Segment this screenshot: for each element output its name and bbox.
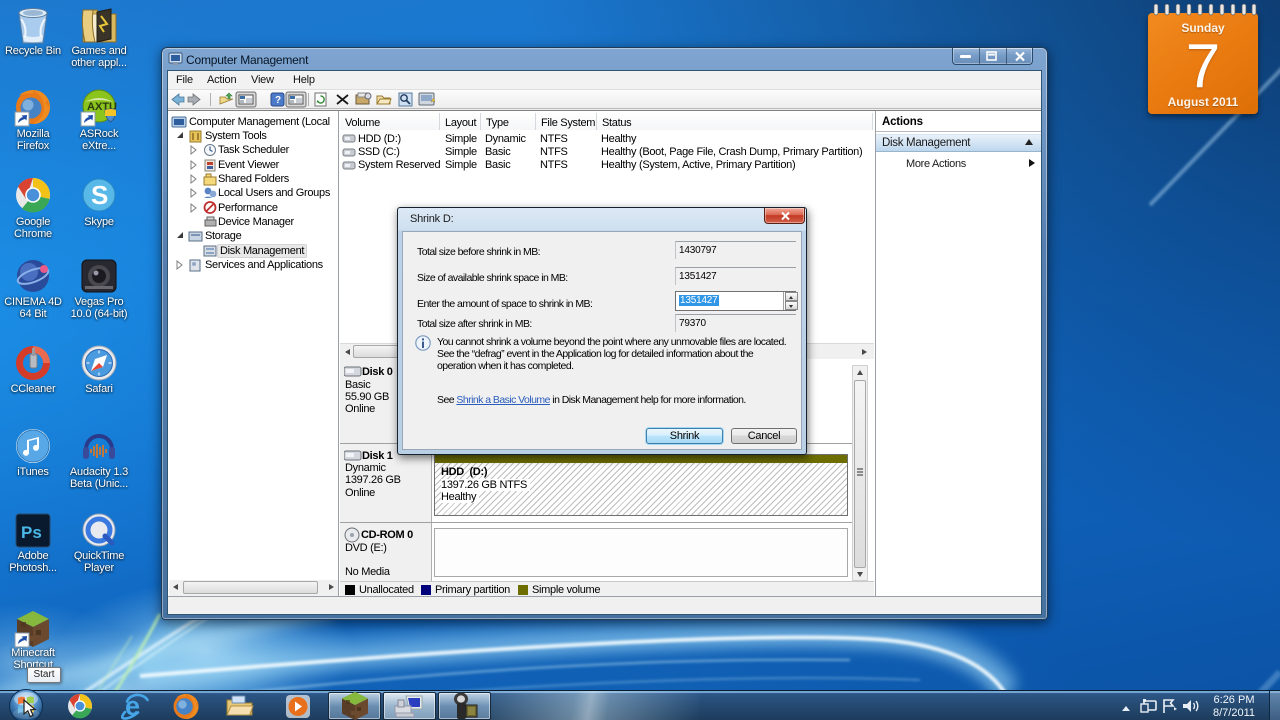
svg-text:S: S — [91, 180, 108, 210]
svg-text:?: ? — [275, 95, 281, 106]
svg-text:Ps: Ps — [21, 523, 42, 542]
